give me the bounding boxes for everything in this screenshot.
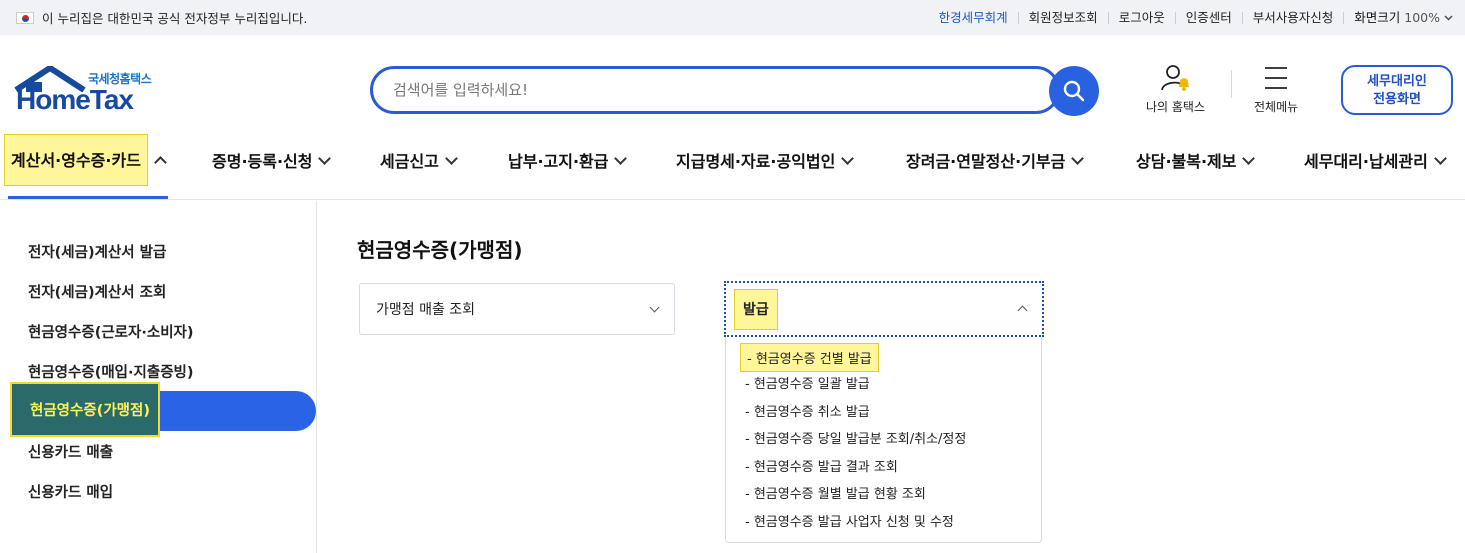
lnb-item-credit-card-purchase[interactable]: 신용카드 매입 xyxy=(28,481,113,502)
page-title: 현금영수증(가맹점) xyxy=(357,238,523,262)
lnb-active-label: 현금영수증(가맹점) xyxy=(10,382,160,437)
gnb-active-underline xyxy=(8,196,168,199)
lnb-item-cash-receipt-consumer[interactable]: 현금영수증(근로자·소비자) xyxy=(28,321,194,342)
select-label: 발급 xyxy=(734,288,778,330)
menu-item-label: 현금영수증 발급 결과 조회 xyxy=(753,460,898,475)
menu-item-business-registration[interactable]: - 현금영수증 발급 사업자 신청 및 수정 xyxy=(745,511,954,530)
chevron-down-icon xyxy=(841,151,855,165)
tax-agent-line2: 전용화면 xyxy=(1373,92,1421,107)
gnb-item-incentives[interactable]: 장려금·연말정산·기부금 xyxy=(906,136,1085,184)
util-link-cert-center[interactable]: 인증센터 xyxy=(1174,11,1242,24)
zoom-control[interactable]: 화면크기 100% xyxy=(1343,9,1453,25)
global-nav: 계산서·영수증·카드 증명·등록·신청 세금신고 납부·고지·환급 지급명세·자… xyxy=(0,134,1465,200)
my-hometax-label: 나의 홈택스 xyxy=(1146,100,1206,114)
chevron-down-icon xyxy=(614,151,628,165)
lnb-item-cash-receipt-merchant[interactable]: 현금영수증(가맹점) xyxy=(10,382,316,437)
all-menu-label: 전체메뉴 xyxy=(1254,100,1299,114)
search-icon xyxy=(1063,80,1085,102)
logo-wordmark: HomeTax xyxy=(16,84,134,115)
gnb-item-tax-agent[interactable]: 세무대리·납세관리 xyxy=(1304,136,1447,184)
hometax-logo[interactable]: 국세청홈택스 HomeTax xyxy=(14,66,164,116)
menu-item-single-issue[interactable]: - 현금영수증 건별 발급 xyxy=(740,343,879,372)
chevron-down-icon xyxy=(445,151,458,165)
left-nav: 전자(세금)계산서 발급 전자(세금)계산서 조회 현금영수증(근로자·소비자)… xyxy=(0,201,317,553)
chevron-down-icon xyxy=(318,151,332,165)
gnb-item-label: 세금신고 xyxy=(380,152,439,171)
gnb-item-invoice-receipt-card[interactable]: 계산서·영수증·카드 xyxy=(4,134,167,186)
issue-select[interactable]: 발급 xyxy=(724,281,1044,337)
menu-item-label: 현금영수증 당일 발급분 조회/취소/정정 xyxy=(753,432,967,447)
gnb-item-label: 지급명세·자료·공익법인 xyxy=(676,152,836,171)
chevron-down-icon xyxy=(649,302,660,313)
gov-notice: 이 누리집은 대한민국 공식 전자정부 누리집입니다. xyxy=(16,8,307,27)
chevron-up-icon xyxy=(154,155,167,169)
tax-agent-view-button[interactable]: 세무대리인 전용화면 xyxy=(1341,65,1453,115)
tax-agent-line1: 세무대리인 xyxy=(1367,74,1427,89)
lnb-item-e-invoice-inquiry[interactable]: 전자(세금)계산서 조회 xyxy=(28,281,166,302)
search-input[interactable] xyxy=(393,81,1033,99)
chevron-down-icon xyxy=(1071,151,1085,165)
issue-dropdown-menu: - 현금영수증 건별 발급 - 현금영수증 일괄 발급 - 현금영수증 취소 발… xyxy=(725,337,1042,543)
chevron-down-icon xyxy=(1433,151,1447,165)
menu-item-monthly-status[interactable]: - 현금영수증 월별 발급 현황 조회 xyxy=(745,483,926,502)
korea-flag-icon xyxy=(16,11,34,24)
chevron-up-icon xyxy=(1017,305,1028,316)
menu-item-label: 현금영수증 일괄 발급 xyxy=(753,377,870,392)
gnb-item-payment[interactable]: 납부·고지·환급 xyxy=(508,136,628,184)
merchant-sales-inquiry-select[interactable]: 가맹점 매출 조회 xyxy=(359,283,675,335)
menu-item-label: 현금영수증 건별 발급 xyxy=(755,352,872,367)
lnb-item-e-invoice-issue[interactable]: 전자(세금)계산서 발급 xyxy=(28,241,166,262)
gnb-item-label: 증명·등록·신청 xyxy=(212,152,313,171)
gnb-item-consulting[interactable]: 상담·불복·제보 xyxy=(1136,136,1256,184)
gnb-item-label: 납부·고지·환급 xyxy=(508,152,609,171)
zoom-value: 100% xyxy=(1404,9,1440,25)
zoom-label: 화면크기 xyxy=(1354,9,1401,25)
hamburger-menu-icon xyxy=(1265,67,1288,89)
gnb-item-certificates[interactable]: 증명·등록·신청 xyxy=(212,136,332,184)
menu-item-label: 현금영수증 취소 발급 xyxy=(753,405,870,420)
chevron-down-icon xyxy=(1444,15,1453,20)
gnb-item-label: 장려금·연말정산·기부금 xyxy=(906,152,1066,171)
gov-banner: 이 누리집은 대한민국 공식 전자정부 누리집입니다. 한경세무회계 회원정보조… xyxy=(0,0,1465,35)
menu-item-bulk-issue[interactable]: - 현금영수증 일괄 발급 xyxy=(745,373,870,392)
menu-item-same-day-inquiry[interactable]: - 현금영수증 당일 발급분 조회/취소/정정 xyxy=(745,428,966,447)
utility-links: 한경세무회계 회원정보조회 로그아웃 인증센터 부서사용자신청 화면크기 100… xyxy=(929,9,1453,25)
search-box xyxy=(370,66,1060,114)
select-label: 가맹점 매출 조회 xyxy=(376,302,476,318)
gnb-item-label: 상담·불복·제보 xyxy=(1136,152,1237,171)
gnb-item-label: 세무대리·납세관리 xyxy=(1304,152,1428,171)
lnb-item-credit-card-sales[interactable]: 신용카드 매출 xyxy=(28,441,113,462)
menu-item-label: 현금영수증 월별 발급 현황 조회 xyxy=(753,487,926,502)
util-link-member-info[interactable]: 회원정보조회 xyxy=(1017,11,1108,24)
user-bell-icon xyxy=(1160,65,1189,91)
util-link-company[interactable]: 한경세무회계 xyxy=(929,11,1018,24)
gnb-item-label: 계산서·영수증·카드 xyxy=(4,134,148,186)
all-menu-button[interactable]: 전체메뉴 xyxy=(1254,64,1298,115)
gov-notice-text: 이 누리집은 대한민국 공식 전자정부 누리집입니다. xyxy=(42,11,308,26)
search-button[interactable] xyxy=(1049,66,1099,116)
header-divider xyxy=(1231,70,1232,98)
util-link-logout[interactable]: 로그아웃 xyxy=(1107,11,1175,24)
my-hometax-button[interactable]: 나의 홈택스 xyxy=(1146,64,1205,115)
gnb-item-payment-statements[interactable]: 지급명세·자료·공익법인 xyxy=(676,136,855,184)
chevron-down-icon xyxy=(1242,151,1256,165)
menu-item-cancel-issue[interactable]: - 현금영수증 취소 발급 xyxy=(745,401,870,420)
util-link-dept-user[interactable]: 부서사용자신청 xyxy=(1241,11,1344,24)
lnb-item-cash-receipt-purchase[interactable]: 현금영수증(매입·지출증빙) xyxy=(28,361,194,382)
menu-item-issue-result[interactable]: - 현금영수증 발급 결과 조회 xyxy=(745,456,898,475)
menu-item-label: 현금영수증 발급 사업자 신청 및 수정 xyxy=(753,515,954,530)
gnb-item-tax-filing[interactable]: 세금신고 xyxy=(380,136,458,184)
